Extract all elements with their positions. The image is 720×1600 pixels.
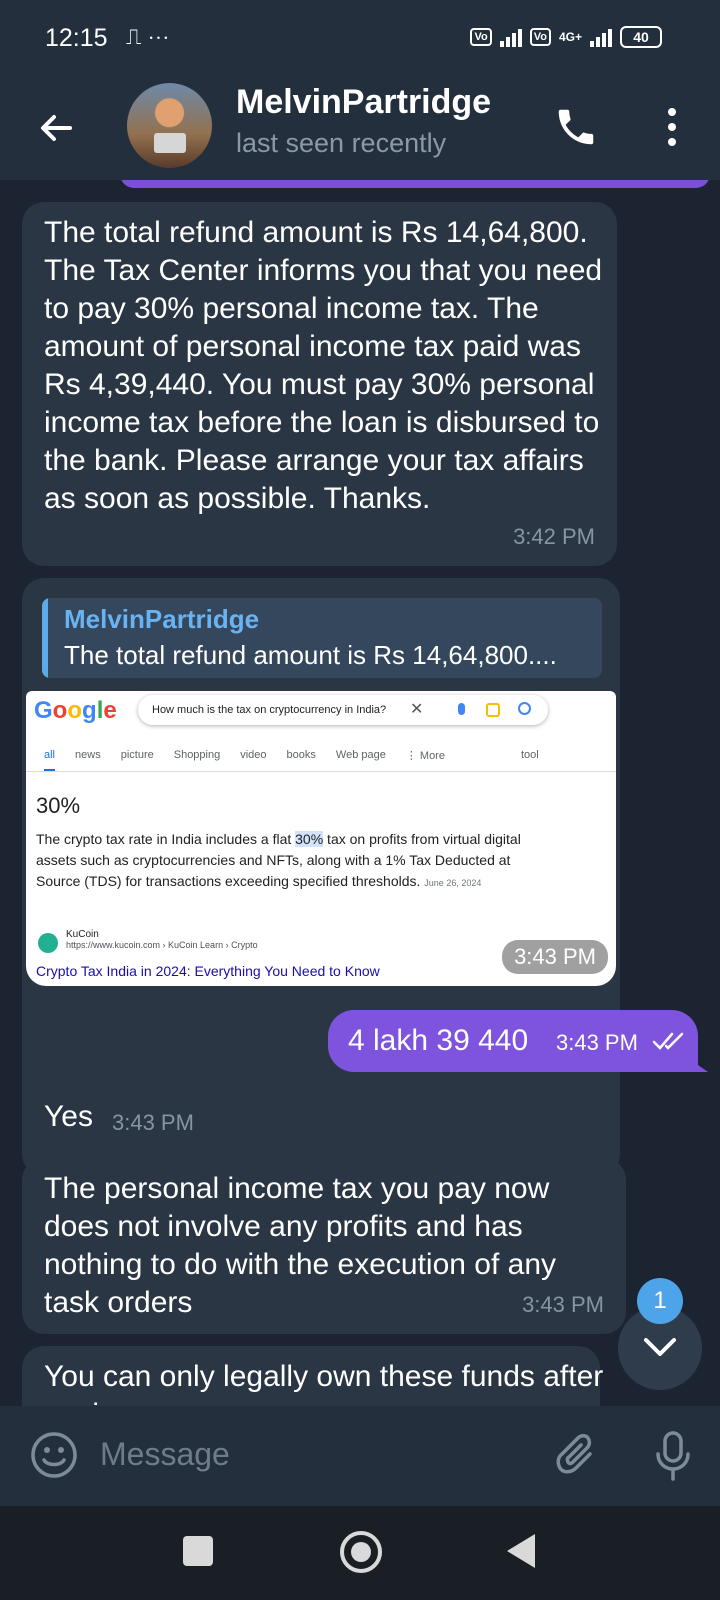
phone-icon[interactable]	[553, 104, 599, 150]
volte-icon: Vo	[470, 28, 492, 46]
message-time: 3:43 PM	[556, 1030, 638, 1055]
message-input-bar: Message	[0, 1406, 720, 1506]
message-text: 4 lakh 39 440	[348, 1024, 529, 1057]
microphone-icon[interactable]	[654, 1430, 692, 1482]
signal-icon-2	[590, 27, 612, 47]
screenshot-tabs: all news picture Shopping video books We…	[44, 749, 539, 772]
clear-icon: ✕	[410, 701, 424, 718]
recent-apps-button[interactable]	[183, 1536, 213, 1566]
signal-icon	[499, 27, 522, 47]
volte-icon-2: Vo	[529, 28, 551, 46]
reply-quote[interactable]: MelvinPartridge The total refund amount …	[42, 598, 602, 678]
search-screenshot-image[interactable]: Google How much is the tax on cryptocurr…	[26, 691, 616, 986]
incoming-photo-reply-message[interactable]: MelvinPartridge The total refund amount …	[22, 578, 620, 1176]
attach-icon[interactable]	[556, 1432, 600, 1480]
message-input[interactable]: Message	[100, 1436, 230, 1473]
message-text: The total refund amount is Rs 14,64,800.…	[44, 216, 603, 515]
message-time: 3:43 PM	[502, 940, 608, 974]
reply-sender: MelvinPartridge	[64, 604, 260, 634]
unread-count-badge[interactable]: 1	[637, 1278, 683, 1324]
incoming-message[interactable]: The personal income tax you pay now does…	[22, 1158, 626, 1334]
google-logo: Google	[34, 697, 117, 724]
clock: 12:15	[45, 24, 108, 52]
reply-preview: The total refund amount is Rs 14,64,800.…	[64, 640, 557, 670]
search-icon	[518, 702, 531, 715]
kucoin-logo-icon	[38, 933, 58, 953]
screenshot-result-link: Crypto Tax India in 2024: Everything You…	[36, 963, 380, 979]
status-bar: 12:15 ⎍ ⋯ Vo Vo 4G+ 40	[0, 0, 720, 78]
contact-name[interactable]: MelvinPartridge	[236, 83, 491, 122]
network-type: 4G+	[558, 30, 582, 44]
read-double-check-icon	[652, 1032, 684, 1050]
previous-outgoing-message-edge	[120, 180, 710, 188]
home-button[interactable]	[340, 1531, 382, 1573]
lens-icon	[486, 703, 500, 717]
last-seen-status: last seen recently	[236, 128, 447, 158]
outgoing-message[interactable]: 4 lakh 39 440 3:43 PM	[328, 1010, 708, 1072]
back-arrow-icon[interactable]	[36, 108, 76, 148]
message-text: Yes	[44, 1100, 93, 1133]
screenshot-source: KuCoin https://www.kucoin.com › KuCoin L…	[66, 929, 258, 950]
more-options-icon[interactable]	[660, 104, 684, 150]
battery-icon: 40	[620, 26, 662, 48]
screenshot-search-box: How much is the tax on cryptocurrency in…	[138, 695, 548, 725]
voice-search-icon	[458, 703, 465, 715]
screenshot-headline: 30%	[36, 793, 81, 818]
chat-header: MelvinPartridge last seen recently	[0, 78, 720, 181]
emoji-icon[interactable]	[30, 1431, 78, 1479]
incoming-message-partial[interactable]: You can only legally own these funds aft…	[22, 1346, 603, 1406]
message-time: 3:42 PM	[513, 524, 595, 549]
system-navigation-bar	[0, 1506, 720, 1600]
notification-icons: ⎍ ⋯	[126, 24, 170, 49]
avatar[interactable]	[127, 83, 212, 168]
message-time: 3:43 PM	[522, 1292, 604, 1317]
message-text: You can only legally own these funds aft…	[44, 1360, 604, 1406]
back-button[interactable]	[507, 1534, 535, 1568]
incoming-message[interactable]: Yes 3:43 PM	[22, 1088, 220, 1150]
chevron-down-icon	[644, 1338, 676, 1356]
incoming-message[interactable]: The total refund amount is Rs 14,64,800.…	[22, 202, 617, 566]
message-time: 3:43 PM	[112, 1110, 194, 1135]
screenshot-description: The crypto tax rate in India includes a …	[36, 831, 521, 889]
chat-history[interactable]: The total refund amount is Rs 14,64,800.…	[0, 180, 720, 1406]
status-icons: Vo Vo 4G+ 40	[470, 26, 662, 48]
